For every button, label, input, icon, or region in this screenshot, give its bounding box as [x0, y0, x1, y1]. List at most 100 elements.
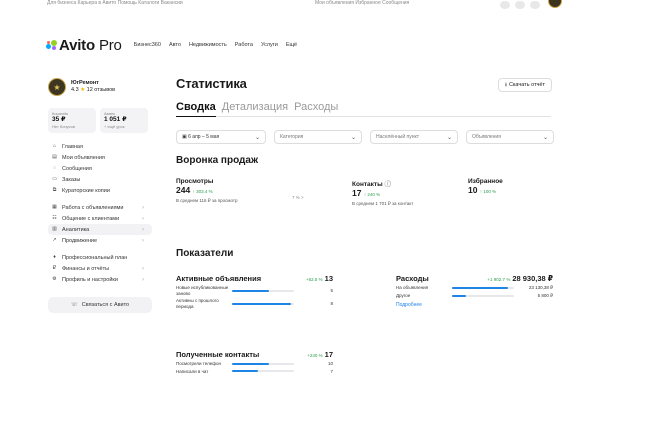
top-user-links[interactable]: Мои объявления Избранное Сообщения — [315, 0, 409, 6]
funnel-contacts[interactable]: Контакты ⓘ 17 ↑ 240 % В среднем 1 701 ₽ … — [352, 178, 413, 207]
chevron-down-icon: ⌄ — [542, 134, 548, 141]
chevron-right-icon: › — [142, 215, 144, 222]
bell-icon[interactable] — [500, 1, 510, 9]
home-icon: ⌂ — [52, 143, 57, 149]
indicator-bar — [232, 362, 294, 365]
phone-icon: ☏ — [70, 302, 78, 308]
chat-icon: ◌ — [53, 165, 56, 171]
sidebar-item[interactable]: ⚙ Профиль и настройки › — [48, 274, 152, 285]
ads-filter[interactable]: Объявления ⌄ — [466, 130, 554, 144]
indicator-row: Написали в чат 7 — [176, 368, 333, 374]
listings-icon: ▤ — [52, 154, 57, 160]
sidebar-item[interactable]: ♦ Профессиональный план — [48, 252, 152, 263]
category-filter[interactable]: Категория ⌄ — [274, 130, 362, 144]
settings-icon: ⚙ — [52, 276, 57, 282]
tab-expenses[interactable]: Расходы — [294, 101, 338, 117]
sidebar-nav: ⌂ Главная ▤ Мои объявления ◌ Сообщения ▭ Заказы… — [48, 141, 152, 285]
contact-avito-button[interactable]: ☏ Связаться с Авито — [48, 297, 152, 313]
sidebar-item-label: Продвижение — [62, 237, 98, 244]
indicator-bar-fill — [452, 295, 466, 297]
logo-text: Avito — [59, 36, 95, 54]
nav-item[interactable]: Услуги — [261, 42, 278, 48]
date-filter[interactable]: ▣ 6 апр – 5 мая ⌄ — [176, 130, 266, 144]
sidebar-item-label: Аналитика — [62, 226, 90, 233]
sales-funnel: Просмотры 244 ↑ 303.4 % В среднем 116 ₽ … — [176, 178, 554, 218]
nav-item[interactable]: Недвижимость — [189, 42, 227, 48]
chevron-right-icon: › — [142, 204, 144, 211]
sidebar-item[interactable]: ⧉ Кураторские копии — [48, 185, 152, 196]
copy-icon: ⧉ — [52, 187, 57, 193]
heart-icon[interactable] — [530, 1, 540, 9]
analytics-icon: ▥ — [52, 226, 57, 232]
contacts-value: 17 — [324, 350, 333, 359]
chevron-down-icon: ⌄ — [254, 134, 260, 141]
funnel-favorites[interactable]: Избранное 10 ↑ 100 % — [468, 178, 503, 197]
chevron-down-icon: ⌄ — [446, 134, 452, 141]
chevron-right-icon: › — [142, 276, 144, 283]
top-links[interactable]: Для бизнеса Карьера в Авито Помощь Катал… — [47, 0, 183, 6]
avatar[interactable]: ★ — [48, 78, 66, 96]
active-ads-rows: Новые испубликованные заново 5 Активны с п… — [176, 285, 333, 309]
indicator-bar-fill — [232, 289, 270, 292]
sidebar-item-label: Мои объявления — [62, 154, 105, 161]
sidebar-item[interactable]: ▭ Заказы — [48, 174, 152, 185]
sidebar-item[interactable]: ⌂ Главная — [48, 141, 152, 152]
header: Avito Pro Бизнес360 Авто Недвижимость Ра… — [46, 36, 297, 54]
profile[interactable]: ★ ЮгРемонт 4.3 ★ 12 отзывов — [48, 78, 152, 96]
sidebar-item[interactable]: ▦ Работа с объявлениями › — [48, 202, 152, 213]
plan-icon: ♦ — [53, 254, 56, 260]
sidebar-item[interactable]: ◌ Сообщения — [48, 163, 152, 174]
balance-cards: Кошелёк 35 ₽ Нет бонусов Аванс 1 051 ₽ +… — [48, 108, 152, 133]
nav-item[interactable]: Ещё — [286, 42, 297, 48]
chevron-right-icon: › — [142, 237, 144, 244]
sidebar-item-label: Общение с клиентами — [62, 215, 120, 222]
clients-icon: ☷ — [52, 215, 57, 221]
top-strip: Для бизнеса Карьера в Авито Помощь Катал… — [0, 0, 646, 10]
locality-filter[interactable]: Населённый пункт ⌄ — [370, 130, 458, 144]
download-icon: ⭳ — [505, 81, 507, 88]
cart-icon[interactable] — [515, 1, 525, 9]
sidebar-item[interactable]: ☷ Общение с клиентами › — [48, 213, 152, 224]
expenses-more-link[interactable]: Подробнее — [396, 302, 553, 308]
star-icon: ★ — [80, 87, 86, 93]
avito-pro-logo[interactable]: Avito Pro — [46, 37, 122, 54]
indicator-bar — [452, 287, 514, 289]
sidebar-item[interactable]: ₽ Финансы и отчёты › — [48, 263, 152, 274]
active-ads-title: Активные объявления — [176, 274, 262, 283]
sidebar-item-label: Работа с объявлениями — [62, 204, 124, 211]
sidebar-item-label: Кураторские копии — [62, 187, 110, 194]
indicator-bar-fill — [232, 370, 259, 373]
nav-item[interactable]: Работа — [235, 42, 253, 48]
nav-item[interactable]: Авто — [169, 42, 181, 48]
info-icon[interactable]: ⓘ — [384, 181, 391, 188]
indicator-bar — [232, 289, 294, 292]
sidebar-item[interactable]: ▥ Аналитика › — [48, 224, 152, 235]
nav-item[interactable]: Бизнес360 — [134, 42, 161, 48]
work-icon: ▦ — [52, 204, 57, 210]
contacts-rows: Посмотрели телефон 10 Написали в чат 7 — [176, 361, 333, 374]
stat-tabs: Сводка Детализация Расходы — [176, 101, 554, 117]
advance-card[interactable]: Аванс 1 051 ₽ + ещё урок — [100, 108, 148, 133]
active-ads-value: 13 — [324, 274, 333, 283]
download-report-button[interactable]: ⭳ Скачать отчёт — [498, 78, 552, 92]
tab-summary[interactable]: Сводка — [176, 101, 216, 117]
funnel-title: Воронка продаж — [176, 155, 259, 166]
expenses-rows: На объявления 23 130,38 ₽ Другое 5 800 ₽ — [396, 285, 553, 299]
sidebar-item-label: Финансы и отчёты — [62, 265, 110, 272]
expenses-value: 28 930,38 ₽ — [512, 274, 553, 283]
tab-details[interactable]: Детализация — [222, 101, 288, 117]
promo-icon: ↗ — [52, 237, 57, 243]
funnel-views[interactable]: Просмотры 244 ↑ 303.4 % В среднем 116 ₽ … — [176, 178, 237, 204]
indicator-row: Новые испубликованные заново 5 — [176, 285, 333, 296]
indicator-bar-fill — [232, 302, 291, 305]
chevron-down-icon: ⌄ — [350, 134, 356, 141]
wallet-card[interactable]: Кошелёк 35 ₽ Нет бонусов — [48, 108, 96, 133]
sidebar-item-label: Профессиональный план — [62, 254, 128, 261]
sidebar-item[interactable]: ↗ Продвижение › — [48, 235, 152, 246]
top-avatar[interactable] — [548, 0, 562, 8]
sidebar-item[interactable]: ▤ Мои объявления — [48, 152, 152, 163]
profile-rating: 4.3 ★ 12 отзывов — [71, 87, 116, 93]
avito-dots-icon — [46, 39, 57, 51]
sidebar-item-label: Главная — [62, 143, 83, 150]
indicator-row: Посмотрели телефон 10 — [176, 361, 333, 367]
